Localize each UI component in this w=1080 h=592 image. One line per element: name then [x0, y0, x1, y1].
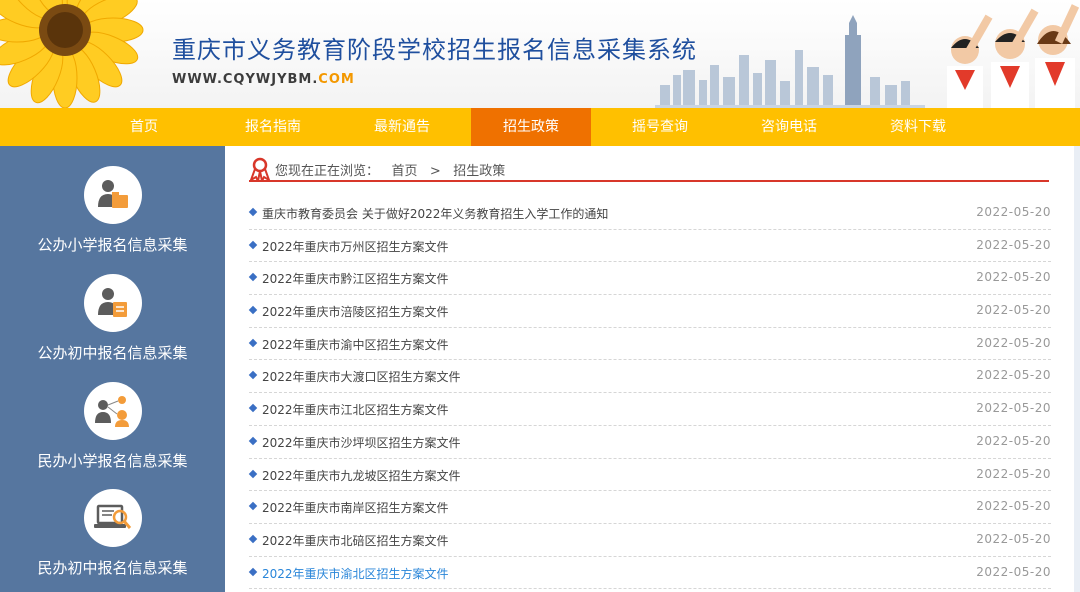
list-item-date: 2022-05-20	[976, 368, 1051, 383]
breadcrumb: 您现在正在浏览： 首页 > 招生政策	[249, 156, 1049, 182]
list-item[interactable]: 2022年重庆市黔江区招生方案文件 2022-05-20	[248, 262, 1051, 296]
list-item-title[interactable]: 2022年重庆市南岸区招生方案文件	[262, 499, 449, 516]
list-item-title[interactable]: 2022年重庆市渝中区招生方案文件	[262, 336, 449, 353]
city-skyline-image	[655, 15, 925, 108]
diamond-bullet-icon	[248, 371, 258, 380]
nav-hotline[interactable]: 咨询电话	[729, 108, 849, 146]
list-item-date: 2022-05-20	[976, 531, 1051, 546]
list-item[interactable]: 2022年重庆市南岸区招生方案文件 2022-05-20	[248, 491, 1051, 524]
list-item-title[interactable]: 2022年重庆市渝北区招生方案文件	[262, 565, 449, 582]
breadcrumb-prefix: 您现在正在浏览：	[275, 164, 380, 179]
nav-admission-policy[interactable]: 招生政策	[471, 108, 591, 146]
list-item-title[interactable]: 2022年重庆市北碚区招生方案文件	[262, 532, 449, 549]
diamond-bullet-icon	[248, 338, 258, 347]
breadcrumb-current: 招生政策	[453, 164, 506, 179]
list-item-title[interactable]: 2022年重庆市九龙坡区招生方案文件	[262, 467, 461, 484]
person-edit-icon	[83, 274, 142, 332]
main-content: 您现在正在浏览： 首页 > 招生政策 重庆市教育委员会 关于做好2022年义务教…	[225, 146, 1074, 592]
sidebar-item-public-primary[interactable]: 公办小学报名信息采集	[0, 166, 225, 255]
list-item[interactable]: 2022年重庆市北碚区招生方案文件 2022-05-20	[248, 524, 1051, 557]
diamond-bullet-icon	[248, 469, 258, 478]
site-url[interactable]: WWW.CQYWJYBM.COM	[172, 72, 355, 87]
policy-list: 重庆市教育委员会 关于做好2022年义务教育招生入学工作的通知 2022-05-2…	[248, 197, 1051, 590]
list-item-date: 2022-05-20	[976, 335, 1051, 350]
diamond-bullet-icon	[248, 567, 258, 576]
sidebar-item-label: 公办初中报名信息采集	[37, 344, 188, 362]
diamond-bullet-icon	[248, 436, 258, 446]
list-item-title[interactable]: 重庆市教育委员会 关于做好2022年义务教育招生入学工作的通知	[262, 205, 608, 222]
breadcrumb-divider	[249, 180, 1049, 182]
sidebar: 公办小学报名信息采集 公办初中报名信息采集 民办小学报名信息采集 民办初中报名信…	[0, 146, 225, 592]
list-item[interactable]: 2022年重庆市涪陵区招生方案文件 2022-05-20	[248, 295, 1051, 328]
sidebar-item-label: 民办初中报名信息采集	[37, 559, 188, 577]
nav-home[interactable]: 首页	[84, 108, 204, 146]
main-nav: 首页 报名指南 最新通告 招生政策 摇号查询 咨询电话 资料下载	[0, 108, 1080, 146]
sunflower-logo-image	[0, 0, 144, 108]
nav-registration-guide[interactable]: 报名指南	[213, 108, 333, 146]
list-item[interactable]: 2022年重庆市万州区招生方案文件 2022-05-20	[248, 230, 1051, 263]
breadcrumb-separator: >	[429, 164, 441, 179]
sidebar-item-private-primary[interactable]: 民办小学报名信息采集	[0, 382, 225, 471]
list-item[interactable]: 2022年重庆市沙坪坝区招生方案文件 2022-05-20	[248, 426, 1051, 459]
site-url-suffix: COM	[318, 72, 355, 87]
people-network-icon	[83, 382, 142, 440]
sidebar-item-private-middle[interactable]: 民办初中报名信息采集	[0, 489, 225, 578]
diamond-bullet-icon	[248, 501, 258, 511]
list-item-title[interactable]: 2022年重庆市沙坪坝区招生方案文件	[262, 434, 461, 451]
diamond-bullet-icon	[248, 534, 258, 544]
list-item-date: 2022-05-20	[976, 433, 1051, 448]
list-item[interactable]: 重庆市教育委员会 关于做好2022年义务教育招生入学工作的通知 2022-05-2…	[248, 197, 1051, 230]
ribbon-icon	[249, 157, 271, 182]
site-header: 重庆市义务教育阶段学校招生报名信息采集系统 WWW.CQYWJYBM.COM	[0, 0, 1080, 108]
list-item-date: 2022-05-20	[976, 466, 1051, 481]
list-item-date: 2022-05-20	[976, 303, 1051, 318]
list-item[interactable]: 2022年重庆市大渡口区招生方案文件 2022-05-20	[248, 360, 1051, 394]
list-item-title[interactable]: 2022年重庆市黔江区招生方案文件	[262, 270, 449, 287]
nav-lottery-query[interactable]: 摇号查询	[600, 108, 720, 146]
site-url-main: WWW.CQYWJYBM.	[172, 72, 319, 87]
list-item[interactable]: 2022年重庆市九龙坡区招生方案文件 2022-05-20	[248, 459, 1051, 492]
sidebar-item-public-middle[interactable]: 公办初中报名信息采集	[0, 274, 225, 363]
list-item[interactable]: 2022年重庆市渝中区招生方案文件 2022-05-20	[248, 328, 1051, 361]
nav-latest-notices[interactable]: 最新通告	[342, 108, 462, 146]
diamond-bullet-icon	[248, 305, 258, 315]
list-item-title[interactable]: 2022年重庆市涪陵区招生方案文件	[262, 303, 449, 320]
list-item-date: 2022-05-20	[976, 237, 1051, 252]
sidebar-item-label: 公办小学报名信息采集	[37, 236, 188, 254]
list-item-date: 2022-05-20	[976, 564, 1051, 579]
sidebar-item-label: 民办小学报名信息采集	[37, 452, 188, 470]
list-item-date: 2022-05-20	[976, 270, 1051, 285]
diamond-bullet-icon	[248, 240, 258, 249]
page-margin	[1074, 146, 1080, 592]
list-item[interactable]: 2022年重庆市江北区招生方案文件 2022-05-20	[248, 393, 1051, 426]
person-folder-icon	[83, 166, 142, 224]
list-item-title[interactable]: 2022年重庆市大渡口区招生方案文件	[262, 368, 461, 385]
breadcrumb-home-link[interactable]: 首页	[391, 164, 417, 179]
diamond-bullet-icon	[248, 273, 258, 282]
site-title: 重庆市义务教育阶段学校招生报名信息采集系统	[172, 36, 697, 64]
list-item-date: 2022-05-20	[976, 401, 1051, 416]
list-item[interactable]: 2022年重庆市渝北区招生方案文件 2022-05-20	[248, 557, 1051, 590]
nav-downloads[interactable]: 资料下载	[858, 108, 978, 146]
list-item-title[interactable]: 2022年重庆市万州区招生方案文件	[262, 238, 449, 255]
list-item-date: 2022-05-20	[976, 499, 1051, 514]
list-item-date: 2022-05-20	[976, 205, 1051, 219]
page: 重庆市义务教育阶段学校招生报名信息采集系统 WWW.CQYWJYBM.COM 首…	[0, 0, 1080, 592]
children-saluting-image	[947, 4, 1080, 108]
diamond-bullet-icon	[248, 207, 258, 217]
laptop-search-icon	[83, 489, 142, 547]
list-item-title[interactable]: 2022年重庆市江北区招生方案文件	[262, 401, 449, 418]
diamond-bullet-icon	[248, 403, 258, 413]
